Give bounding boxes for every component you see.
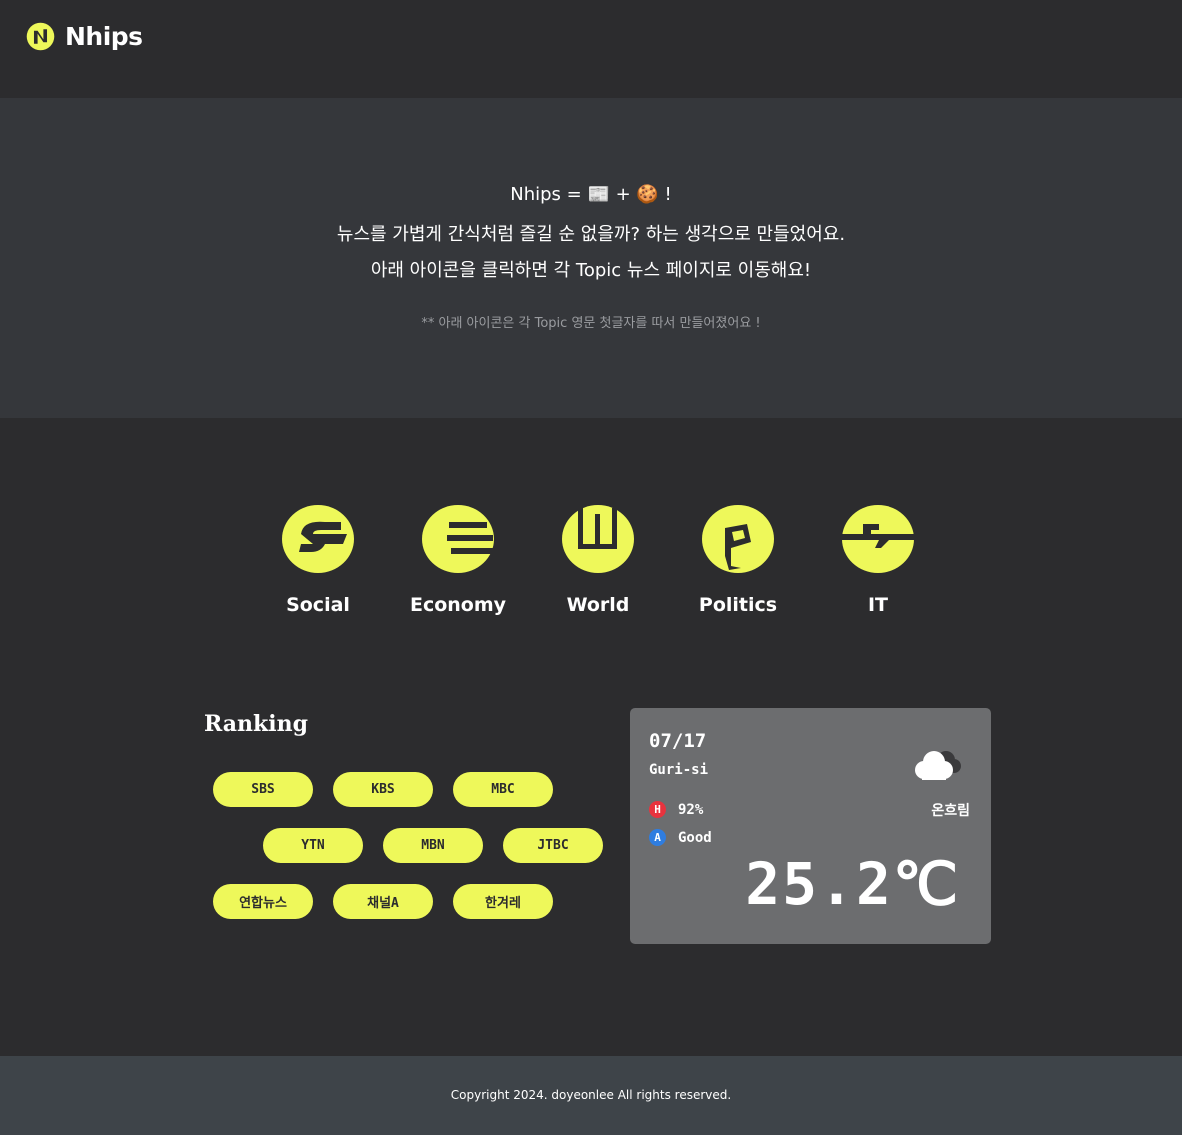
topic-nav: Social Economy World Politics IT — [0, 418, 1182, 666]
weather-humidity: 92% — [678, 801, 704, 818]
it-icon — [841, 505, 915, 573]
site-footer: Copyright 2024. doyeonlee All rights res… — [0, 1056, 1182, 1135]
outlet-pill[interactable]: 연합뉴스 — [213, 884, 313, 919]
site-header: Nhips — [0, 0, 1182, 98]
topic-label-world: World — [566, 594, 630, 616]
intro-section: Nhips = 📰 + 🍪 ! 뉴스를 가볍게 간식처럼 즐길 순 없을까? 하… — [0, 98, 1182, 418]
outlet-pill[interactable]: 채널A — [333, 884, 433, 919]
outlet-pill[interactable]: JTBC — [503, 828, 603, 863]
topic-politics[interactable]: Politics — [683, 504, 793, 616]
intro-note: ** 아래 아이콘은 각 Topic 영문 첫글자를 따서 만들어졌어요 ! — [421, 316, 761, 331]
weather-date: 07/17 — [649, 730, 707, 752]
topic-label-social: Social — [286, 594, 350, 616]
humidity-badge-icon: H — [649, 801, 666, 818]
intro-description: 뉴스를 가볍게 간식처럼 즐길 순 없을까? 하는 생각으로 만들었어요. — [336, 224, 846, 245]
weather-temperature: 25.2℃ — [745, 850, 960, 918]
ranking-title: Ranking — [204, 711, 309, 737]
social-s-icon — [282, 505, 354, 573]
logo[interactable]: Nhips — [26, 22, 143, 51]
intro-headline: Nhips = 📰 + 🍪 ! — [510, 184, 672, 205]
weather-humidity-row: H 92% — [649, 801, 703, 818]
economy-e-icon — [422, 505, 494, 573]
weather-air-row: A Good — [649, 829, 712, 846]
outlet-pill[interactable]: MBC — [453, 772, 553, 807]
topic-economy[interactable]: Economy — [403, 504, 513, 616]
copyright-text: Copyright 2024. doyeonlee All rights res… — [450, 1088, 732, 1102]
outlet-pill[interactable]: 한겨레 — [453, 884, 553, 919]
outlet-pill[interactable]: YTN — [263, 828, 363, 863]
weather-condition: 온흐림 — [931, 803, 970, 819]
weather-air-quality: Good — [678, 829, 712, 846]
topic-it[interactable]: IT — [823, 504, 933, 616]
outlet-pill[interactable]: KBS — [333, 772, 433, 807]
topic-social[interactable]: Social — [263, 504, 373, 616]
topic-label-economy: Economy — [409, 594, 507, 616]
topic-world[interactable]: World — [543, 504, 653, 616]
dashboard-section: Ranking SBS KBS MBC YTN MBN JTBC 연합뉴스 채널… — [0, 666, 1182, 1056]
air-badge-icon: A — [649, 829, 666, 846]
logo-mark-icon — [26, 22, 55, 51]
weather-card: 07/17 Guri-si H 92% A Good 온흐림 25.2℃ — [630, 708, 991, 944]
politics-p-icon — [702, 505, 774, 573]
cloud-icon — [915, 751, 961, 780]
weather-city: Guri-si — [649, 762, 709, 778]
outlet-pill[interactable]: SBS — [213, 772, 313, 807]
world-w-icon — [562, 505, 634, 573]
topic-label-politics: Politics — [698, 594, 778, 616]
outlet-pill[interactable]: MBN — [383, 828, 483, 863]
logo-text: Nhips — [65, 22, 143, 51]
topic-label-it: IT — [867, 594, 889, 616]
intro-instruction: 아래 아이콘을 클릭하면 각 Topic 뉴스 페이지로 이동해요! — [370, 260, 812, 281]
